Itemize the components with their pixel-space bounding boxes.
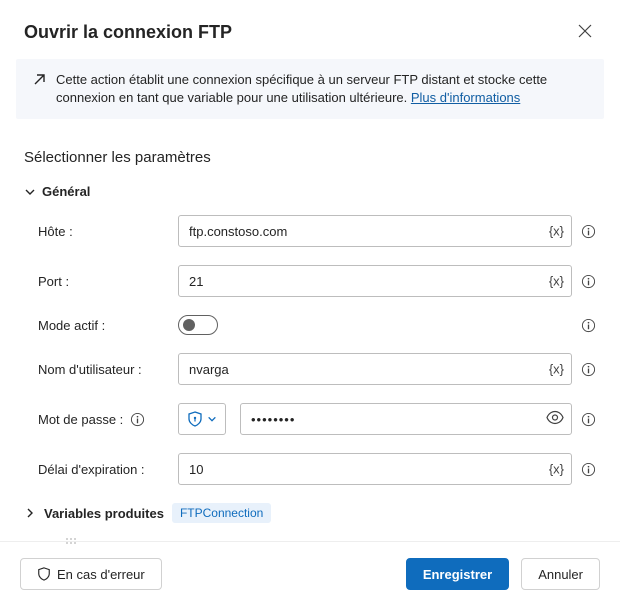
dialog-title: Ouvrir la connexion FTP [24,22,232,43]
info-icon[interactable] [580,317,596,333]
resize-grip-icon[interactable] [65,533,77,548]
row-active-mode: Mode actif : [24,315,596,335]
label-username: Nom d'utilisateur : [38,362,178,377]
port-input[interactable] [178,265,572,297]
row-port: Port : {x} [24,265,596,297]
shield-outline-icon [37,567,51,581]
params-section-title: Sélectionner les paramètres [24,149,596,166]
info-link[interactable]: Plus d'informations [411,90,520,105]
password-type-selector[interactable] [178,403,226,435]
username-input[interactable] [178,353,572,385]
info-icon[interactable] [580,223,596,239]
host-input[interactable] [178,215,572,247]
timeout-input[interactable] [178,453,572,485]
shield-icon [187,411,203,427]
password-input[interactable] [240,403,572,435]
produced-variables-expander[interactable]: Variables produites FTPConnection [24,503,596,523]
active-mode-toggle[interactable] [178,315,218,335]
chevron-right-icon [24,507,36,519]
save-button[interactable]: Enregistrer [406,558,509,590]
info-icon[interactable] [580,361,596,377]
on-error-button[interactable]: En cas d'erreur [20,558,162,590]
row-password: Mot de passe : [24,403,596,435]
row-username: Nom d'utilisateur : {x} [24,353,596,385]
general-expander[interactable]: Général [24,184,596,199]
dialog: Ouvrir la connexion FTP Cette action éta… [0,0,620,606]
open-new-icon [30,73,46,107]
close-icon [578,24,592,38]
label-timeout: Délai d'expiration : [38,462,178,477]
produced-value[interactable]: FTPConnection [172,503,271,523]
label-port: Port : [38,274,178,289]
cancel-button[interactable]: Annuler [521,558,600,590]
produced-label: Variables produites [44,506,164,521]
label-host: Hôte : [38,224,178,239]
label-active-mode: Mode actif : [38,318,178,333]
chevron-down-icon [207,414,217,424]
eye-icon [546,409,564,427]
dialog-footer: En cas d'erreur Enregistrer Annuler [0,541,620,606]
chevron-down-icon [24,186,36,198]
close-button[interactable] [574,20,596,45]
toggle-knob [183,319,195,331]
on-error-label: En cas d'erreur [57,567,145,582]
info-text: Cette action établit une connexion spéci… [56,71,590,107]
info-icon[interactable] [129,411,145,427]
dialog-header: Ouvrir la connexion FTP [0,0,620,59]
general-header-label: Général [42,184,90,199]
info-banner: Cette action établit une connexion spéci… [16,59,604,119]
dialog-body: Sélectionner les paramètres Général Hôte… [0,129,620,541]
info-icon[interactable] [580,461,596,477]
info-icon[interactable] [580,411,596,427]
row-host: Hôte : {x} [24,215,596,247]
row-timeout: Délai d'expiration : {x} [24,453,596,485]
reveal-password-button[interactable] [546,409,564,430]
label-password: Mot de passe : [38,411,178,427]
info-icon[interactable] [580,273,596,289]
